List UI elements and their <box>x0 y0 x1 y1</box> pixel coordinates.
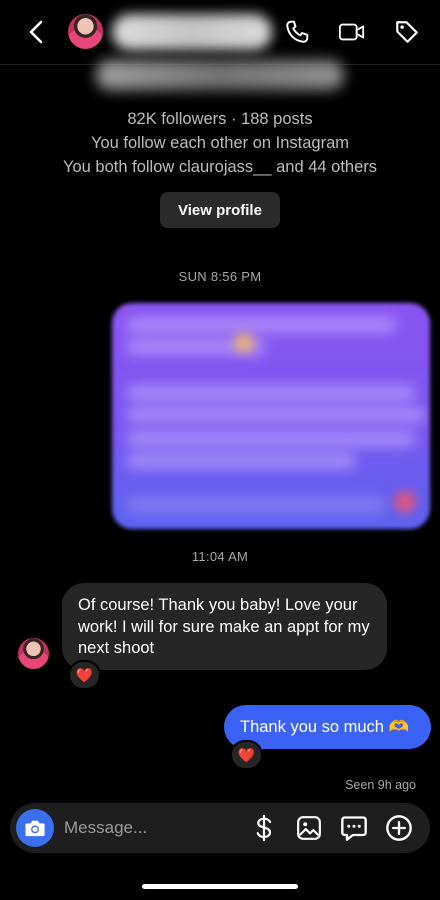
message-composer <box>10 803 430 853</box>
mutual-follow-text: You follow each other on Instagram <box>90 134 350 152</box>
image-icon[interactable] <box>295 814 323 842</box>
video-camera-icon[interactable] <box>338 18 366 46</box>
plus-circle-icon[interactable] <box>385 814 413 842</box>
view-profile-button[interactable]: View profile <box>160 192 280 228</box>
home-indicator[interactable] <box>142 884 298 889</box>
avatar[interactable] <box>68 14 103 49</box>
tag-icon[interactable] <box>393 18 421 46</box>
avatar[interactable] <box>18 638 49 669</box>
seen-status: Seen 9h ago <box>345 778 416 792</box>
camera-icon[interactable] <box>16 809 54 847</box>
chevron-left-icon[interactable] <box>24 18 48 46</box>
blurred-bio <box>96 60 344 90</box>
message-input[interactable] <box>64 803 234 853</box>
followers-posts-text: 82K followers · 188 posts <box>127 110 313 128</box>
phone-icon[interactable] <box>283 18 311 46</box>
blurred-shared-message[interactable] <box>112 303 430 529</box>
chat-bubble-icon[interactable] <box>340 814 368 842</box>
dollar-icon[interactable] <box>250 814 278 842</box>
heart-reaction[interactable]: ❤️ <box>230 740 263 770</box>
blurred-username[interactable] <box>112 14 272 50</box>
received-message-bubble[interactable]: Of course! Thank you baby! Love your wor… <box>62 583 387 670</box>
followed-by-text: You both follow claurojass__ and 44 othe… <box>62 158 378 176</box>
heart-reaction[interactable]: ❤️ <box>68 660 101 690</box>
timestamp: 11:04 AM <box>191 549 249 564</box>
timestamp: SUN 8:56 PM <box>178 269 262 284</box>
chat-header <box>0 0 440 64</box>
